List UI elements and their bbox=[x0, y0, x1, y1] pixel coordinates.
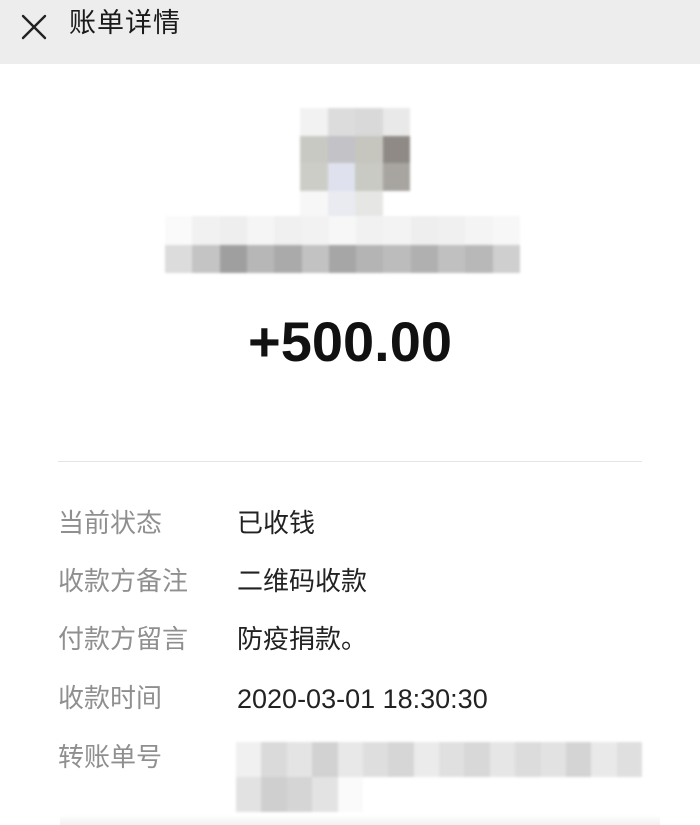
bottom-shadow bbox=[60, 815, 660, 825]
name-mosaic-cell bbox=[219, 244, 247, 273]
name-mosaic-cell bbox=[301, 216, 329, 245]
transfer-no-mosaic-cell bbox=[591, 777, 617, 812]
transfer-no-mosaic-cell bbox=[439, 777, 465, 812]
transfer-no-mosaic-cell bbox=[312, 742, 338, 777]
name-mosaic-cell bbox=[410, 244, 439, 273]
avatar-mosaic-cell bbox=[300, 163, 328, 191]
transfer-no-mosaic-cell bbox=[312, 777, 338, 812]
transfer-no-mosaic-cell bbox=[362, 777, 389, 812]
name-mosaic-cell bbox=[192, 244, 220, 273]
avatar-mosaic-cell bbox=[382, 190, 410, 218]
name-mosaic-cell bbox=[410, 216, 439, 245]
avatar-mosaic-cell bbox=[327, 163, 355, 191]
name-mosaic-cell bbox=[356, 216, 384, 245]
status-value: 已收钱 bbox=[237, 509, 316, 539]
name-mosaic-cell bbox=[246, 244, 275, 273]
payer-name-blurred bbox=[165, 216, 520, 273]
name-mosaic-cell bbox=[328, 216, 357, 245]
amount: +500.00 bbox=[248, 310, 452, 373]
title-bar: 账单详情 bbox=[0, 0, 700, 64]
transfer-no-mosaic-cell bbox=[388, 777, 414, 812]
transfer-no-mosaic-cell bbox=[261, 777, 287, 812]
transfer-no-mosaic-cell bbox=[591, 742, 617, 777]
avatar-mosaic-cell bbox=[327, 108, 355, 136]
transfer-no-mosaic-cell bbox=[565, 742, 592, 777]
transfer-no-mosaic-cell bbox=[236, 742, 262, 777]
transfer-no-mosaic-cell bbox=[388, 742, 414, 777]
name-mosaic-cell bbox=[356, 244, 384, 273]
name-mosaic-cell bbox=[383, 244, 411, 273]
avatar-mosaic-cell bbox=[355, 190, 383, 218]
name-mosaic-cell bbox=[465, 216, 493, 245]
name-mosaic-cell bbox=[192, 216, 220, 245]
transfer-no-mosaic-cell bbox=[261, 742, 287, 777]
name-mosaic-cell bbox=[274, 216, 302, 245]
avatar-mosaic-cell bbox=[382, 108, 410, 136]
transfer-no-mosaic-cell bbox=[413, 777, 439, 812]
payee-note-label: 收款方备注 bbox=[58, 567, 189, 597]
name-mosaic-cell bbox=[438, 244, 466, 273]
avatar-mosaic-cell bbox=[300, 135, 328, 163]
page-title: 账单详情 bbox=[69, 8, 181, 39]
transfer-no-label: 转账单号 bbox=[58, 743, 163, 773]
name-mosaic-cell bbox=[492, 216, 520, 245]
avatar-mosaic-cell bbox=[382, 135, 410, 163]
transfer-no-mosaic-cell bbox=[515, 742, 541, 777]
avatar-mosaic-cell bbox=[327, 190, 355, 218]
transfer-no-mosaic-cell bbox=[439, 742, 465, 777]
name-mosaic-cell bbox=[246, 216, 275, 245]
name-mosaic-cell bbox=[165, 216, 193, 245]
transfer-no-mosaic-cell bbox=[337, 777, 363, 812]
divider bbox=[58, 461, 642, 462]
name-mosaic-cell bbox=[383, 216, 411, 245]
transfer-no-mosaic-cell bbox=[413, 742, 439, 777]
transfer-no-mosaic-cell bbox=[540, 777, 566, 812]
time-label: 收款时间 bbox=[58, 684, 163, 714]
transfer-no-mosaic-cell bbox=[489, 742, 516, 777]
name-mosaic-cell bbox=[328, 244, 357, 273]
transfer-no-mosaic-cell bbox=[565, 777, 592, 812]
payer-message-value: 防疫捐款。 bbox=[237, 625, 368, 655]
avatar-mosaic-cell bbox=[300, 108, 328, 136]
avatar-mosaic-cell bbox=[382, 163, 410, 191]
payer-avatar bbox=[300, 108, 410, 218]
close-button[interactable] bbox=[12, 6, 56, 46]
payee-note-value: 二维码收款 bbox=[237, 567, 368, 597]
transfer-no-mosaic-cell bbox=[362, 742, 389, 777]
transfer-no-mosaic-cell bbox=[236, 777, 262, 812]
transfer-no-mosaic-cell bbox=[464, 742, 490, 777]
transfer-no-mosaic-cell bbox=[286, 777, 313, 812]
name-mosaic-cell bbox=[465, 244, 493, 273]
name-mosaic-cell bbox=[438, 216, 466, 245]
avatar-mosaic-cell bbox=[355, 163, 383, 191]
name-mosaic-cell bbox=[274, 244, 302, 273]
name-mosaic-cell bbox=[219, 216, 247, 245]
avatar-mosaic-cell bbox=[327, 135, 355, 163]
avatar-mosaic-cell bbox=[300, 190, 328, 218]
transfer-no-mosaic-cell bbox=[489, 777, 516, 812]
status-label: 当前状态 bbox=[58, 509, 163, 539]
avatar-mosaic-cell bbox=[355, 135, 383, 163]
name-mosaic-cell bbox=[165, 244, 193, 273]
transfer-no-mosaic-cell bbox=[616, 742, 642, 777]
transfer-no-blurred bbox=[236, 742, 642, 812]
name-mosaic-cell bbox=[492, 244, 520, 273]
time-value: 2020-03-01 18:30:30 bbox=[237, 684, 488, 714]
transfer-no-mosaic-cell bbox=[337, 742, 363, 777]
transfer-no-mosaic-cell bbox=[540, 742, 566, 777]
transfer-no-mosaic-cell bbox=[286, 742, 313, 777]
close-icon bbox=[21, 14, 47, 40]
transfer-no-mosaic-cell bbox=[515, 777, 541, 812]
name-mosaic-cell bbox=[301, 244, 329, 273]
payer-message-label: 付款方留言 bbox=[58, 625, 189, 655]
transfer-no-mosaic-cell bbox=[464, 777, 490, 812]
transfer-no-mosaic-cell bbox=[616, 777, 642, 812]
avatar-mosaic-cell bbox=[355, 108, 383, 136]
